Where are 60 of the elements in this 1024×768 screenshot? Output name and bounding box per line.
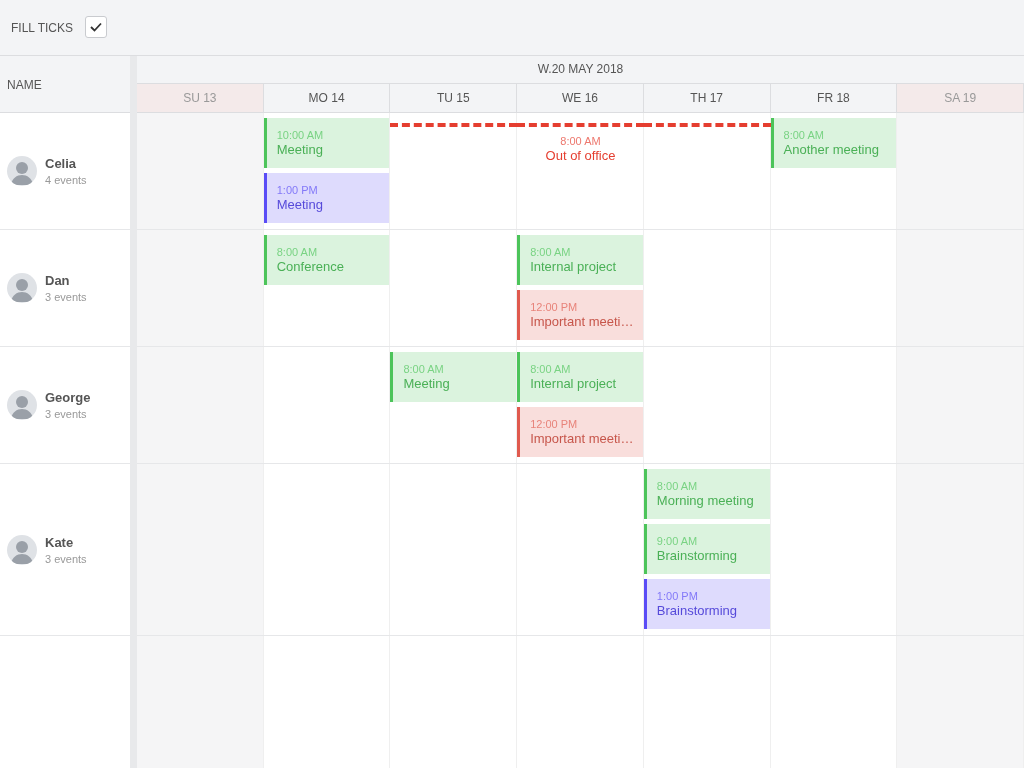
event-count: 3 events — [45, 408, 88, 420]
day-header-cell: SU 13 — [137, 84, 264, 112]
event-time: 10:00 AM — [276, 128, 324, 142]
check-icon — [90, 21, 103, 32]
event-card[interactable]: 8:00 AM Internal project — [517, 352, 643, 402]
event-time: 1:00 PM — [656, 589, 699, 603]
absence-time: 8:00 AM — [560, 134, 601, 148]
event-time: 8:00 AM — [783, 128, 825, 142]
event-title: Important meeti… — [530, 431, 634, 447]
event-card[interactable]: 9:00 AM Brainstorming — [643, 524, 770, 574]
event-card[interactable]: 1:00 PM Brainstorming — [643, 579, 770, 629]
person-avatar — [7, 273, 37, 303]
event-time: 1:00 PM — [276, 183, 319, 197]
event-title: Meeting — [276, 142, 324, 158]
event-card[interactable]: 8:00 AM Internal project — [517, 235, 643, 285]
event-time: 8:00 AM — [403, 362, 445, 376]
event-time: 8:00 AM — [656, 479, 699, 493]
day-header-cell: MO 14 — [263, 84, 391, 112]
person-name: George — [45, 390, 91, 405]
event-title: Conference — [276, 259, 344, 275]
event-title: Meeting — [403, 376, 450, 392]
fill-ticks-checkbox[interactable] — [85, 15, 108, 38]
person-name: Kate — [45, 534, 75, 550]
name-column-header: NAME — [0, 56, 130, 113]
event-title: Brainstorming — [656, 548, 738, 564]
event-title: Meeting — [276, 197, 323, 213]
event-title: Brainstorming — [656, 603, 738, 619]
person-avatar — [7, 156, 37, 186]
event-time: 8:00 AM — [276, 245, 319, 259]
event-card[interactable]: 12:00 PM Important meeti… — [517, 290, 643, 340]
event-card[interactable]: 1:00 PM Meeting — [263, 173, 390, 223]
event-card[interactable]: 8:00 AM Another meeting — [770, 118, 897, 168]
event-title: Internal project — [530, 376, 617, 392]
day-header-cell: TH 17 — [643, 84, 771, 112]
event-card[interactable]: 8:00 AM Meeting — [390, 352, 517, 402]
person-avatar — [7, 390, 37, 420]
event-count: 4 events — [45, 174, 87, 186]
person-name: Celia — [45, 156, 78, 171]
event-time: 9:00 AM — [656, 534, 699, 548]
event-card[interactable]: 12:00 PM Important meeti… — [517, 407, 643, 457]
day-header-cell: TU 15 — [390, 84, 518, 112]
event-count: 3 events — [45, 552, 87, 565]
event-title: Another meeting — [783, 142, 879, 158]
event-title: Internal project — [530, 259, 617, 275]
person-name: Dan — [45, 273, 71, 288]
event-time: 12:00 PM — [530, 300, 579, 314]
event-card[interactable]: 10:00 AM Meeting — [263, 118, 390, 168]
absence-title: Out of office — [545, 148, 616, 164]
event-title: Morning meeting — [656, 493, 754, 509]
event-title: Important meeti… — [530, 314, 634, 330]
event-card[interactable]: 8:00 AM Morning meeting — [643, 469, 770, 519]
event-count: 3 events — [45, 291, 87, 303]
event-card[interactable]: 8:00 AM Conference — [263, 235, 390, 285]
event-time: 8:00 AM — [530, 245, 572, 259]
event-time: 12:00 PM — [530, 417, 579, 431]
day-header-cell: WE 16 — [517, 84, 644, 112]
person-avatar — [7, 534, 37, 565]
event-time: 8:00 AM — [530, 362, 572, 376]
day-header-cell: SA 19 — [897, 84, 1024, 112]
fill-ticks-label: FILL TICKS — [11, 20, 74, 35]
